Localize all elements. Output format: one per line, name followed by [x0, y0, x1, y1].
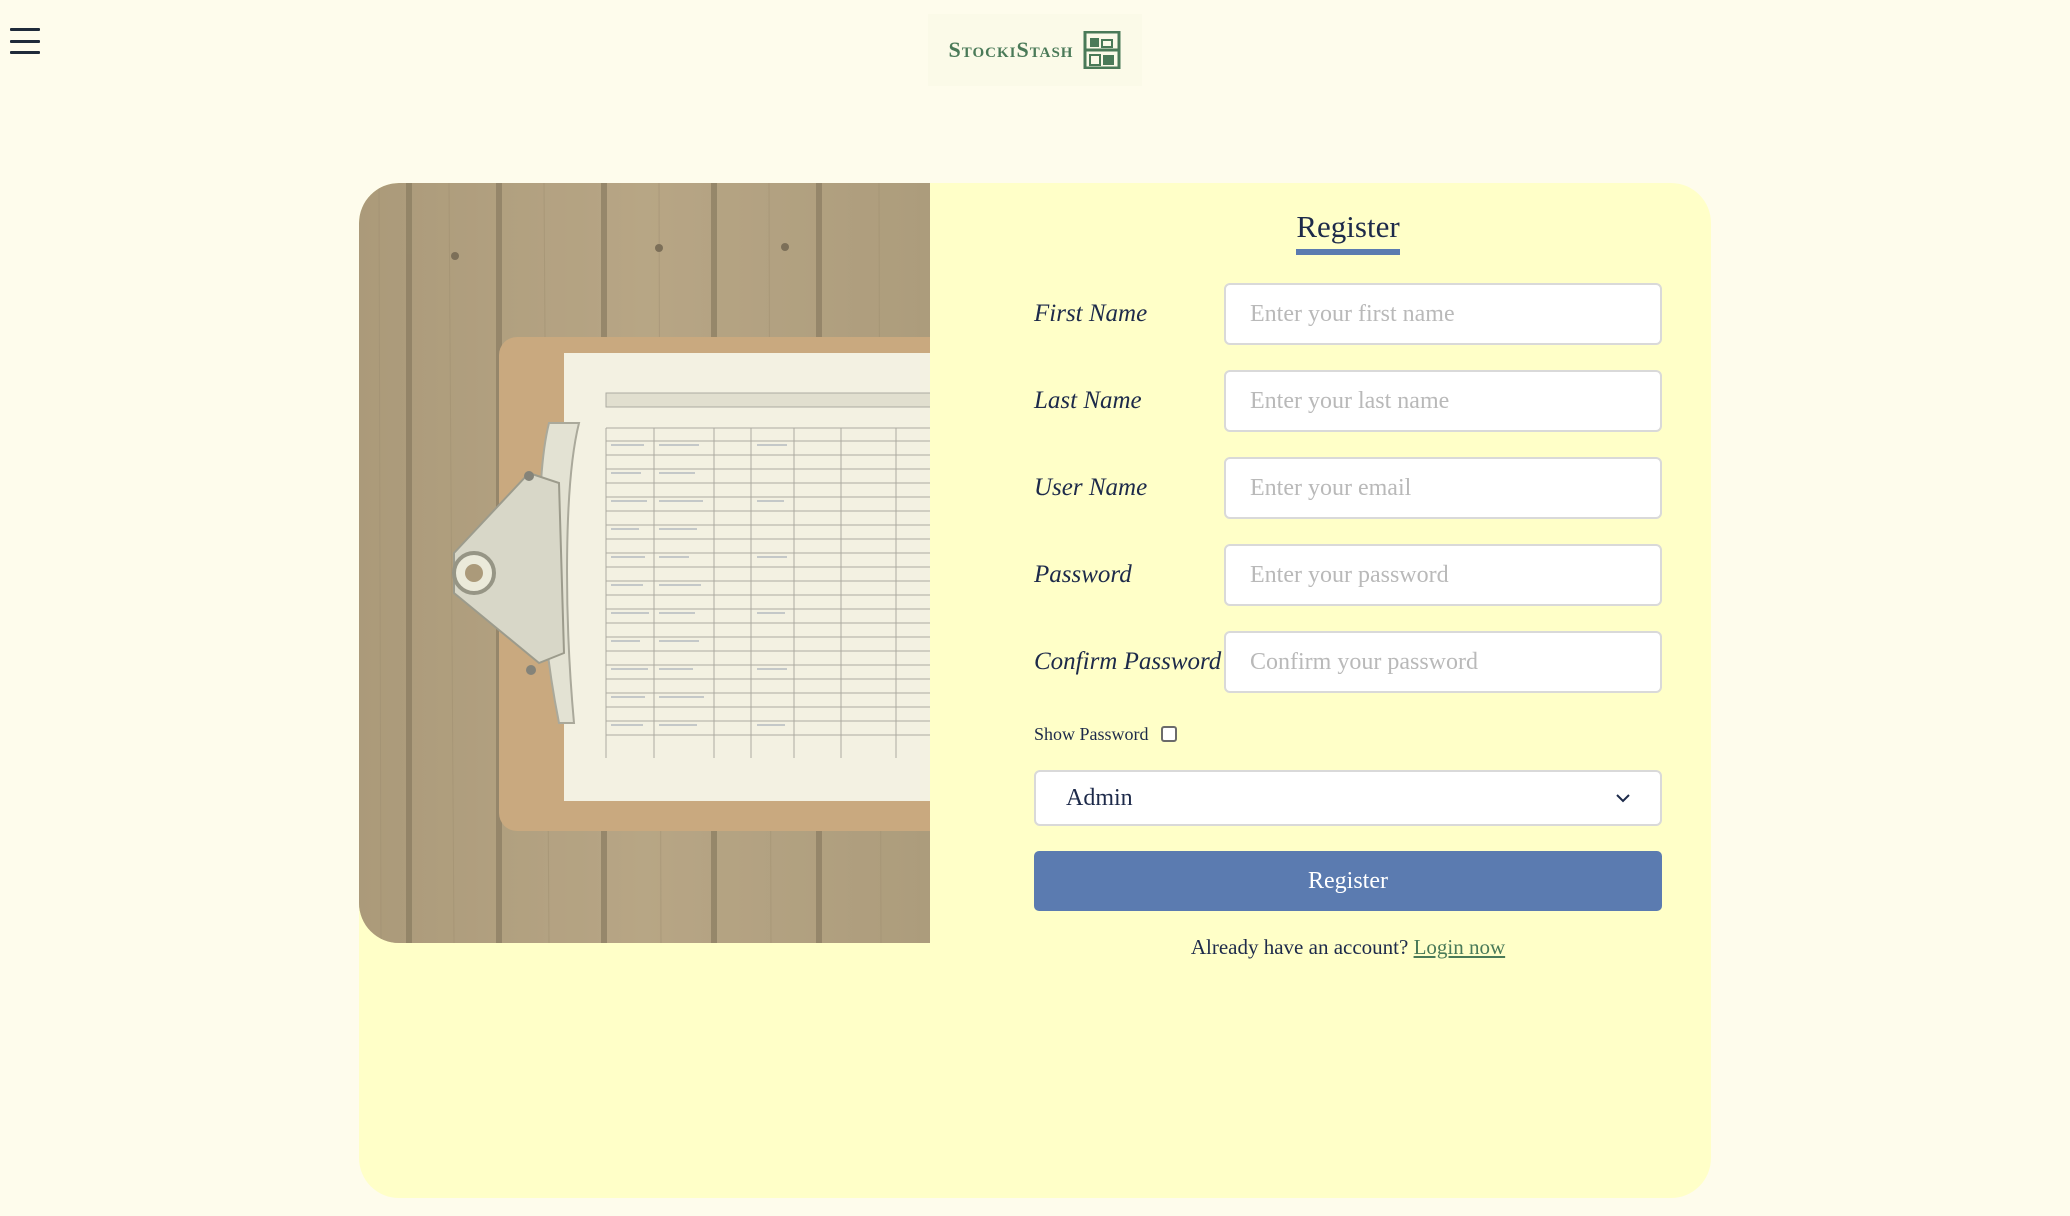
- form-title: Register: [1034, 209, 1662, 255]
- show-password-row: Show Password: [1034, 719, 1177, 749]
- confirm-password-input[interactable]: [1224, 631, 1662, 693]
- app-logo[interactable]: StockiStash: [928, 14, 1142, 86]
- register-button[interactable]: Register: [1034, 851, 1662, 911]
- first-name-input[interactable]: [1224, 283, 1662, 345]
- login-now-link[interactable]: Login now: [1414, 935, 1506, 959]
- first-name-row: First Name: [1034, 283, 1662, 345]
- user-name-input[interactable]: [1224, 457, 1662, 519]
- logo-text: StockiStash: [948, 37, 1074, 62]
- show-password-label: Show Password: [1034, 723, 1149, 744]
- user-name-label: User Name: [1034, 474, 1148, 501]
- clipboard-illustration: [359, 183, 930, 943]
- clipboard-photo: [359, 183, 930, 943]
- last-name-label: Last Name: [1034, 387, 1142, 414]
- password-label: Password: [1034, 561, 1132, 588]
- show-password-checkbox[interactable]: [1160, 726, 1177, 742]
- confirm-password-label: Confirm Password: [1034, 648, 1222, 675]
- register-card: Register First Name Last Name User Name …: [359, 183, 1711, 1198]
- last-name-row: Last Name: [1034, 370, 1662, 432]
- user-name-row: User Name: [1034, 457, 1662, 519]
- shelf-boxes-icon: [1083, 31, 1121, 69]
- first-name-label: First Name: [1034, 300, 1148, 327]
- login-prompt-line: Already have an account? Login now: [1034, 935, 1662, 960]
- confirm-password-row: Confirm Password: [1034, 631, 1662, 693]
- role-select[interactable]: Admin: [1034, 770, 1662, 826]
- hamburger-menu-icon[interactable]: [10, 26, 40, 56]
- role-select-value: Admin: [1066, 784, 1133, 811]
- password-row: Password: [1034, 544, 1662, 606]
- login-prompt-text: Already have an account?: [1190, 935, 1409, 959]
- password-input[interactable]: [1224, 544, 1662, 606]
- last-name-input[interactable]: [1224, 370, 1662, 432]
- chevron-down-icon: [1616, 794, 1630, 803]
